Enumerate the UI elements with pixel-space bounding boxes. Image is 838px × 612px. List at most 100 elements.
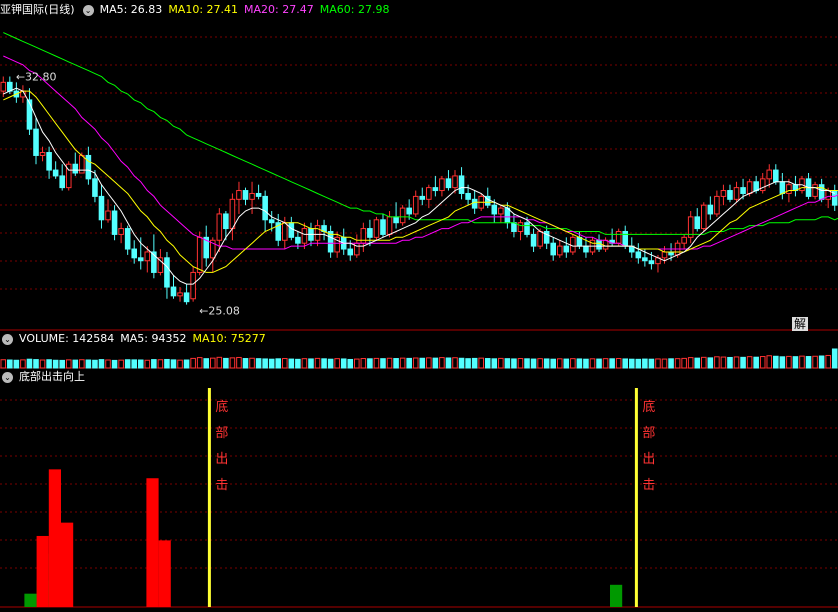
candle-body (72, 163, 79, 174)
chevron-down-icon[interactable]: ⌄ (2, 333, 13, 345)
candle-body (720, 190, 727, 197)
volume-bar (72, 359, 79, 369)
candle-body (727, 190, 733, 200)
volume-bar (694, 357, 701, 369)
volume-bar (674, 358, 681, 369)
signal-label: 出 (215, 452, 228, 467)
candle-body (465, 192, 471, 200)
volume-bar (432, 357, 439, 369)
volume-bar (144, 359, 151, 369)
volume-bar (779, 356, 786, 369)
volume-bar (79, 359, 85, 369)
ma10-label: MA10: 27.41 (168, 3, 239, 16)
candle-body (196, 236, 203, 273)
volume-bar (393, 358, 399, 369)
indicator-bar-red (36, 535, 49, 607)
volume-ma10: MA10: 75277 (192, 332, 266, 345)
candle-body (46, 152, 52, 171)
volume-bar (13, 359, 20, 369)
volume-bar (124, 359, 131, 369)
candle-body (753, 181, 759, 192)
volume-bar (700, 356, 707, 369)
volume-bar (314, 357, 321, 369)
volume-bar (203, 358, 210, 369)
candle-body (537, 230, 543, 247)
volume-bar (65, 359, 72, 369)
volume-bar (196, 357, 203, 369)
volume-bar (766, 355, 773, 369)
volume-bar (262, 358, 268, 369)
volume-bar (360, 358, 367, 369)
volume-bar (484, 358, 491, 369)
candle-body (570, 236, 576, 253)
candle-body (347, 248, 354, 256)
indicator-title: 底部出击向上 (19, 370, 85, 383)
volume-bar (517, 358, 524, 369)
indicator-panel-header: ⌄ 底部出击向上 (0, 369, 91, 385)
candle-body (615, 230, 622, 244)
candle-body (399, 207, 406, 224)
volume-bar (275, 358, 282, 369)
candle-body (111, 210, 118, 235)
volume-bar (170, 359, 177, 369)
indicator-bar-red (158, 540, 171, 607)
candle-body (52, 169, 59, 177)
volume-bar (288, 358, 295, 369)
signal-label: 底 (215, 399, 228, 415)
volume-bar (111, 359, 118, 369)
candle-body (236, 190, 242, 200)
volume-bar (818, 355, 825, 369)
ma60-label: MA60: 27.98 (319, 3, 390, 16)
volume-bar (687, 357, 694, 369)
candle-body (0, 81, 7, 92)
candle-body (190, 271, 196, 300)
candle-body (157, 257, 164, 273)
volume-bar (583, 358, 589, 369)
volume-bar (426, 357, 432, 369)
price-annotation: ←25.08 (199, 304, 240, 317)
volume-bar (183, 359, 190, 369)
right-badge[interactable]: 解 (792, 317, 808, 331)
volume-bar (52, 359, 59, 369)
volume-bar (596, 358, 602, 369)
volume-bar (681, 357, 687, 369)
volume-bar (399, 357, 406, 369)
price-panel-header: 亚钾国际(日线) ⌄ MA5: 26.83 MA10: 27.41 MA20: … (0, 2, 395, 18)
volume-bar (46, 359, 52, 369)
candle-body (170, 286, 177, 297)
volume-bar (216, 356, 223, 369)
volume-bar (504, 358, 511, 369)
candle-body (825, 190, 831, 200)
candle-body (295, 236, 301, 244)
candle-body (556, 245, 563, 256)
candle-body (242, 190, 249, 200)
stock-name: 亚钾国际(日线) (0, 3, 75, 16)
volume-bar (157, 359, 164, 369)
ma20-label: MA20: 27.47 (244, 3, 314, 16)
volume-bar (556, 358, 563, 369)
signal-label: 部 (642, 426, 655, 441)
candle-body (635, 251, 642, 259)
candle-body (386, 216, 393, 235)
volume-bar (714, 356, 720, 369)
candle-body (124, 228, 131, 250)
chevron-down-icon[interactable]: ⌄ (82, 4, 94, 16)
candle-body (59, 175, 65, 189)
indicator-bar-red (48, 469, 61, 607)
candle-body (733, 187, 740, 200)
volume-bar (229, 357, 236, 369)
volume-bar (458, 357, 465, 369)
volume-bar (281, 358, 288, 369)
candle-body (491, 204, 498, 215)
chevron-down-icon[interactable]: ⌄ (2, 371, 13, 383)
candle-body (164, 257, 170, 288)
volume-bar (642, 358, 648, 369)
candle-body (177, 292, 183, 297)
candle-body (504, 207, 511, 224)
candle-body (137, 257, 144, 262)
candle-body (707, 204, 714, 215)
candle-body (740, 187, 746, 194)
volume-ma5: MA5: 94352 (120, 332, 187, 345)
candle-body (216, 213, 223, 241)
volume-bar (0, 359, 7, 369)
